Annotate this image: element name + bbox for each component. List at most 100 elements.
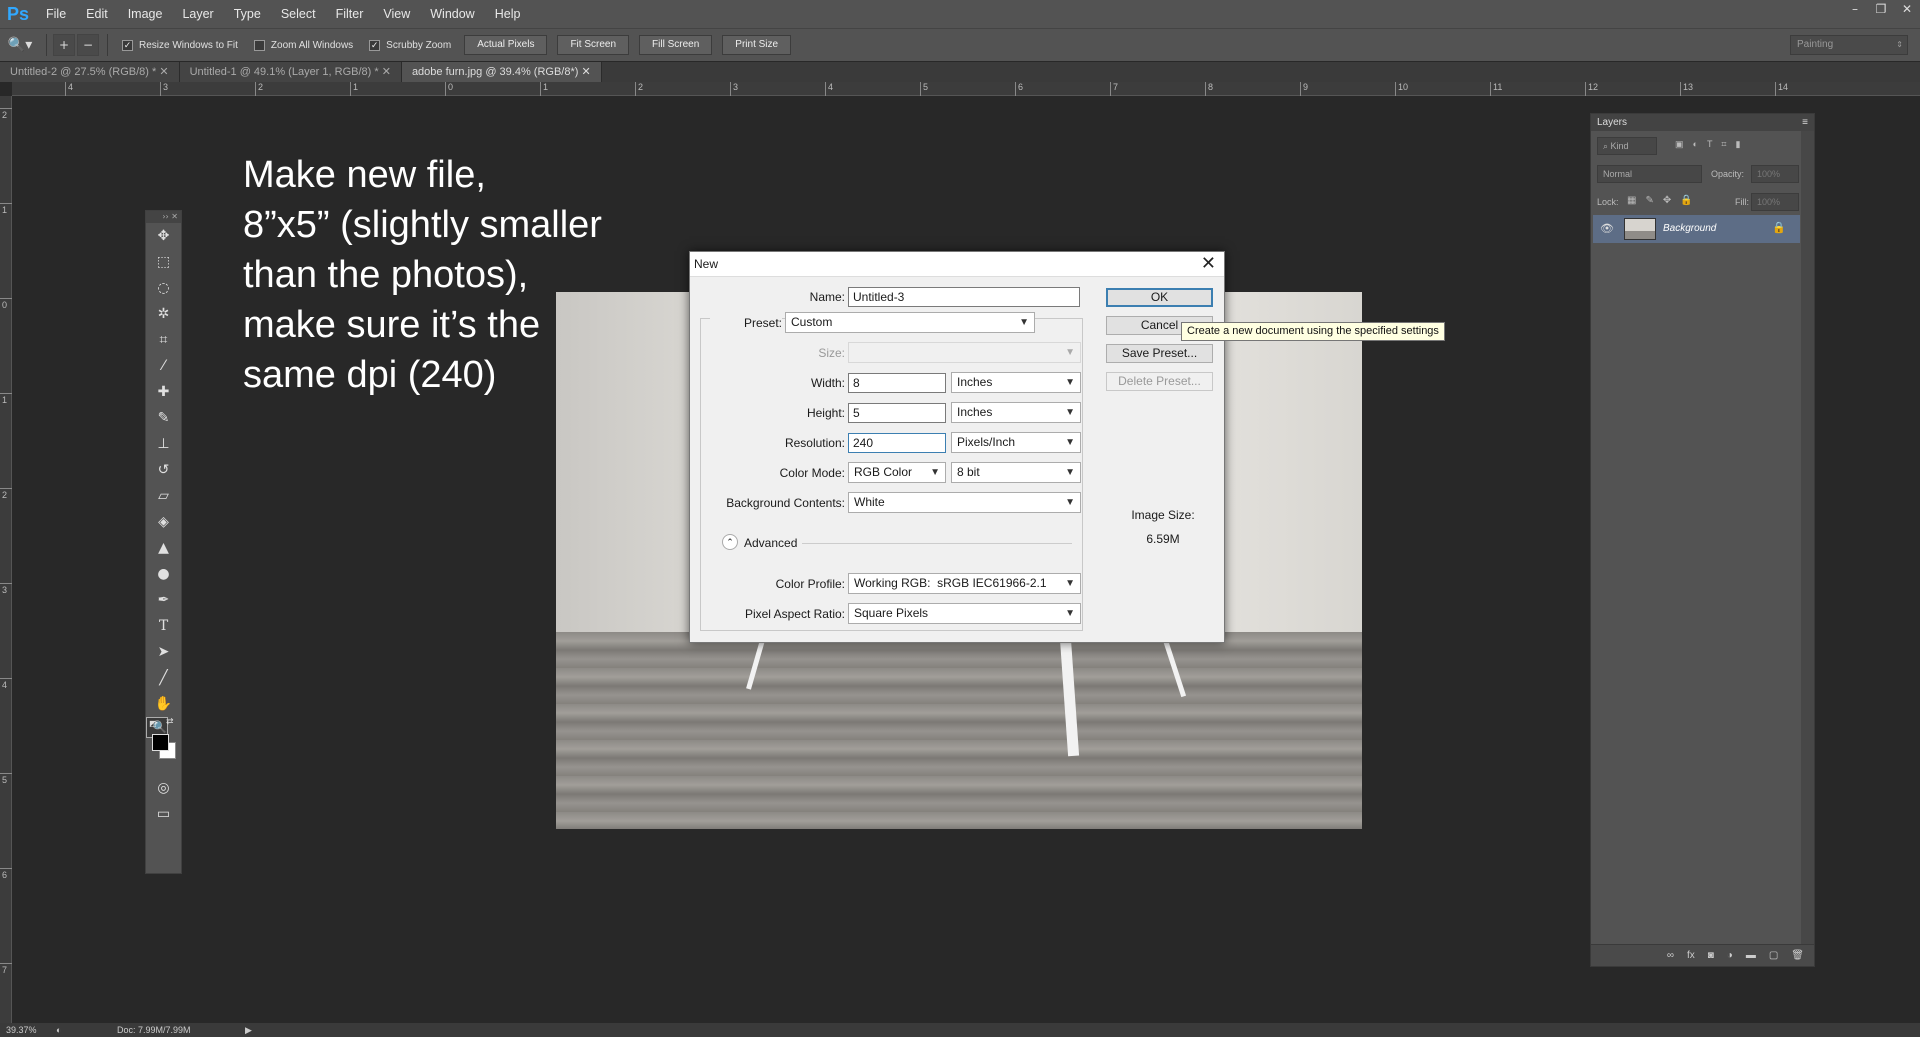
pixel-aspect-select[interactable]: Square Pixels ▼ (848, 603, 1081, 624)
dodge-tool-icon[interactable]: ● (146, 561, 181, 587)
ruler-tick (825, 82, 826, 96)
add-mask-icon[interactable]: ◙ (1708, 950, 1714, 961)
menu-file[interactable]: File (36, 7, 76, 21)
blend-mode-select[interactable]: Normal (1597, 165, 1702, 183)
ruler-number: 5 (923, 82, 929, 92)
layer-row-background[interactable]: 👁 Background 🔒 (1593, 215, 1800, 243)
pen-tool-icon[interactable]: ✒ (146, 587, 181, 613)
zoom-all-windows-checkbox[interactable]: Zoom All Windows (253, 39, 353, 51)
height-label: Height: (806, 406, 845, 420)
filter-kind-select[interactable]: ⌕ Kind (1597, 137, 1657, 155)
hand-tool-icon[interactable]: ✋ (146, 691, 181, 717)
zoom-out-icon[interactable]: − (77, 34, 99, 56)
zoom-tool-preset-icon[interactable]: 🔍▾ (0, 33, 40, 57)
ruler-number: 4 (2, 680, 8, 690)
fill-screen-button[interactable]: Fill Screen (639, 35, 713, 55)
background-contents-select[interactable]: White ▼ (848, 492, 1081, 513)
height-unit-select[interactable]: Inches ▼ (951, 402, 1081, 423)
height-input[interactable]: 5 (848, 403, 946, 423)
close-icon[interactable]: ✕ (382, 66, 391, 78)
eye-icon[interactable]: 👁 (1600, 222, 1614, 235)
filter-icons[interactable]: ▣◐T⌗▮ (1675, 139, 1749, 150)
menu-edit[interactable]: Edit (76, 7, 118, 21)
scrubby-zoom-checkbox[interactable]: ✓ Scrubby Zoom (369, 39, 451, 51)
ruler-number: 2 (2, 110, 8, 120)
menu-filter[interactable]: Filter (326, 7, 374, 21)
new-layer-icon[interactable]: ▢ (1769, 950, 1778, 961)
menu-image[interactable]: Image (118, 7, 173, 21)
menu-window[interactable]: Window (420, 7, 484, 21)
ruler-horizontal[interactable]: 4 3 2 1 0 1 2 3 4 5 6 7 8 9 10 11 12 13 14 (12, 82, 1920, 96)
panel-collapse-icon[interactable]: ›› ✕ (146, 211, 181, 223)
type-tool-icon[interactable]: T (146, 613, 181, 639)
opacity-input[interactable]: 100% (1751, 165, 1799, 183)
scrollbar[interactable] (1801, 131, 1814, 946)
status-menu-icon[interactable]: ▶ (245, 1023, 252, 1037)
paint-bucket-tool-icon[interactable]: ◈ (146, 509, 181, 535)
actual-pixels-button[interactable]: Actual Pixels (464, 35, 548, 55)
print-size-button[interactable]: Print Size (722, 35, 792, 55)
save-preset-button[interactable]: Save Preset... (1106, 344, 1213, 363)
trash-icon[interactable]: 🗑 (1791, 950, 1804, 961)
brush-tool-icon[interactable]: ✎ (146, 405, 181, 431)
status-info-icon[interactable]: ◐ (56, 1023, 61, 1037)
close-icon[interactable]: ✕ (581, 66, 590, 78)
foreground-color-swatch[interactable] (152, 734, 169, 751)
width-input[interactable]: 8 (848, 373, 946, 393)
path-selection-tool-icon[interactable]: ➤ (146, 639, 181, 665)
preset-select[interactable]: Custom ▼ (785, 312, 1035, 333)
screen-mode-icon[interactable]: ▭ (146, 801, 181, 827)
panel-menu-icon[interactable]: ≡ (1802, 114, 1808, 131)
tab-untitled-2[interactable]: Untitled-2 @ 27.5% (RGB/8) * ✕ (0, 62, 180, 82)
menu-select[interactable]: Select (271, 7, 326, 21)
resolution-input[interactable]: 240 (848, 433, 946, 453)
link-layers-icon[interactable]: ∞ (1667, 950, 1674, 961)
tab-adobe-furn[interactable]: adobe furn.jpg @ 39.4% (RGB/8*) ✕ (401, 62, 602, 82)
color-mode-select[interactable]: RGB Color ▼ (848, 462, 946, 483)
lock-icons[interactable]: ▦✎✥🔒 (1627, 195, 1702, 206)
default-colors-icon[interactable]: ◩ (149, 719, 157, 728)
magic-wand-tool-icon[interactable]: ✲ (146, 301, 181, 327)
swap-colors-icon[interactable]: ⇄ (166, 717, 174, 727)
color-profile-select[interactable]: Working RGB: sRGB IEC61966-2.1 ▼ (848, 573, 1081, 594)
layer-style-icon[interactable]: fx (1687, 950, 1695, 961)
lasso-tool-icon[interactable]: ◌ (146, 275, 181, 301)
clone-stamp-tool-icon[interactable]: ⊥ (146, 431, 181, 457)
marquee-tool-icon[interactable]: ⬚ (146, 249, 181, 275)
zoom-in-icon[interactable]: + (53, 34, 75, 56)
move-tool-icon[interactable]: ✥ (146, 223, 181, 249)
menu-layer[interactable]: Layer (172, 7, 223, 21)
resize-windows-checkbox[interactable]: ✓ Resize Windows to Fit (122, 39, 238, 51)
workspace-switcher[interactable]: Painting ⇕ (1790, 35, 1908, 55)
history-brush-tool-icon[interactable]: ↺ (146, 457, 181, 483)
tab-untitled-1[interactable]: Untitled-1 @ 49.1% (Layer 1, RGB/8) * ✕ (179, 62, 402, 82)
close-icon[interactable]: ✕ (159, 66, 168, 78)
minimize-icon[interactable]: – (1842, 0, 1868, 20)
blur-tool-icon[interactable]: ▲ (146, 535, 181, 561)
fit-screen-button[interactable]: Fit Screen (557, 35, 630, 55)
fill-input[interactable]: 100% (1751, 193, 1799, 211)
name-input[interactable]: Untitled-3 (848, 287, 1080, 307)
width-unit-select[interactable]: Inches ▼ (951, 372, 1081, 393)
crop-tool-icon[interactable]: ⌗ (146, 327, 181, 353)
quick-mask-icon[interactable]: ◎ (146, 775, 181, 801)
zoom-level[interactable]: 39.37% (6, 1023, 37, 1037)
new-group-icon[interactable]: ▬ (1746, 950, 1756, 961)
restore-icon[interactable]: ❐ (1868, 0, 1894, 20)
healing-brush-tool-icon[interactable]: ✚ (146, 379, 181, 405)
menu-type[interactable]: Type (224, 7, 271, 21)
line-tool-icon[interactable]: ╱ (146, 665, 181, 691)
ruler-vertical[interactable]: 2 1 0 1 2 3 4 5 6 7 (0, 96, 12, 1023)
close-icon[interactable]: ✕ (1201, 253, 1216, 274)
close-window-icon[interactable]: ✕ (1894, 0, 1920, 20)
adjustment-layer-icon[interactable]: ◑ (1727, 950, 1733, 961)
bit-depth-select[interactable]: 8 bit ▼ (951, 462, 1081, 483)
ok-button[interactable]: OK (1106, 288, 1213, 307)
ruler-number: 4 (68, 82, 74, 92)
eyedropper-tool-icon[interactable]: ⁄ (146, 353, 181, 379)
advanced-toggle-icon[interactable]: ⌃ (722, 534, 738, 550)
eraser-tool-icon[interactable]: ▱ (146, 483, 181, 509)
menu-view[interactable]: View (373, 7, 420, 21)
resolution-unit-select[interactable]: Pixels/Inch ▼ (951, 432, 1081, 453)
menu-help[interactable]: Help (485, 7, 531, 21)
